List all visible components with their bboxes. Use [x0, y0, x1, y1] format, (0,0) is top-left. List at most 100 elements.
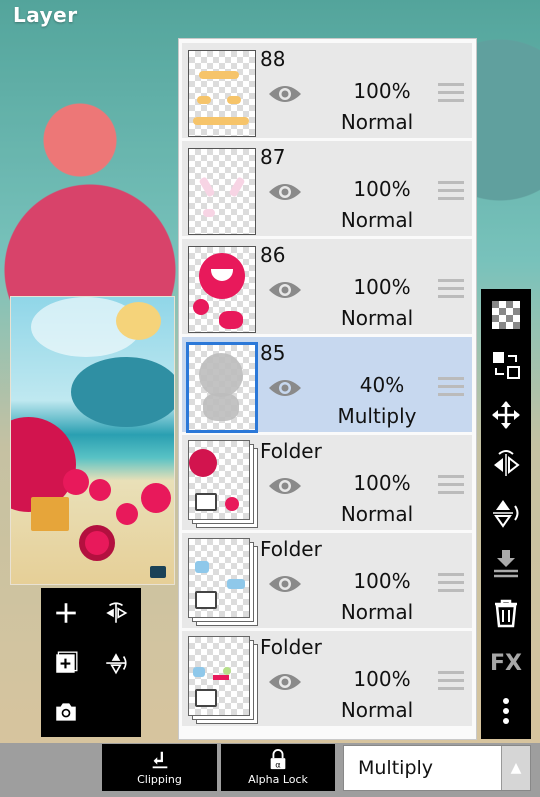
layer-blend-mode: Normal — [340, 110, 414, 134]
preview-sun-character — [116, 302, 161, 340]
add-folder-button[interactable] — [46, 643, 86, 683]
preview-rock — [71, 357, 174, 427]
transparency-checker-icon — [492, 301, 520, 329]
layer-opacity: 100% — [353, 667, 411, 691]
layer-tools-pad — [41, 588, 141, 737]
more-icon — [503, 698, 509, 724]
layer-thumbnail — [188, 246, 256, 333]
layer-thumbnail — [186, 342, 258, 433]
flip-vertical-button[interactable] — [486, 493, 526, 533]
fx-icon: FX — [490, 650, 522, 676]
layer-opacity: 100% — [353, 275, 411, 299]
layer-row-selected[interactable]: 85 40% Multiply — [182, 337, 472, 435]
flip-horizontal-button[interactable] — [486, 443, 526, 483]
folder-thumbnail — [188, 440, 258, 528]
layer-row[interactable]: 88 100% Normal — [182, 43, 472, 141]
flip-horizontal-button[interactable] — [96, 593, 136, 633]
blend-mode-select[interactable]: Multiply ▲ — [343, 745, 531, 791]
visibility-toggle[interactable] — [268, 83, 302, 105]
flip-horizontal-icon — [494, 450, 520, 476]
layer-opacity: 100% — [353, 79, 411, 103]
lock-icon: α — [270, 749, 286, 769]
more-options-button[interactable] — [486, 691, 526, 731]
folder-row[interactable]: Folder 100% Normal — [182, 631, 472, 729]
layer-opacity: 100% — [353, 569, 411, 593]
move-button[interactable] — [486, 395, 526, 435]
visibility-toggle[interactable] — [268, 475, 302, 497]
folder-thumbnail — [188, 538, 258, 626]
layer-blend-mode: Normal — [340, 306, 414, 330]
layer-name: 88 — [260, 47, 286, 71]
clipping-icon — [152, 751, 167, 769]
layer-blend-mode: Normal — [340, 698, 414, 722]
camera-button[interactable] — [46, 692, 86, 732]
dropdown-arrow-icon[interactable]: ▲ — [501, 746, 530, 790]
fx-button[interactable]: FX — [486, 643, 526, 683]
eye-icon — [269, 478, 301, 494]
layer-blend-mode: Normal — [340, 600, 414, 624]
layer-opacity: 100% — [353, 177, 411, 201]
layer-name: Folder — [260, 537, 322, 561]
preview-sandcastle — [31, 497, 69, 531]
panel-title: Layer — [13, 3, 78, 27]
merge-down-icon — [494, 550, 518, 578]
preview-red-star — [89, 479, 111, 501]
folder-icon — [195, 689, 217, 707]
layer-blend-mode: Normal — [340, 208, 414, 232]
add-layer-icon — [56, 603, 76, 623]
layer-thumbnail — [188, 148, 256, 235]
visibility-toggle[interactable] — [268, 377, 302, 399]
eye-icon — [269, 184, 301, 200]
drag-handle[interactable] — [438, 475, 464, 495]
preview-red-star — [141, 483, 171, 513]
flip-vertical-icon — [493, 500, 519, 528]
visibility-toggle[interactable] — [268, 671, 302, 693]
layer-blend-mode: Multiply — [337, 404, 417, 428]
layer-row[interactable]: 86 100% Normal — [182, 239, 472, 337]
flip-vertical-icon — [106, 653, 127, 675]
eye-icon — [269, 86, 301, 102]
layer-opacity: 100% — [353, 471, 411, 495]
folder-row[interactable]: Folder 100% Normal — [182, 435, 472, 533]
clipping-label: Clipping — [137, 773, 182, 786]
trash-icon — [495, 599, 517, 628]
layer-row[interactable]: 87 100% Normal — [182, 141, 472, 239]
visibility-toggle[interactable] — [268, 573, 302, 595]
eye-icon — [269, 674, 301, 690]
drag-handle[interactable] — [438, 83, 464, 103]
merge-down-button[interactable] — [486, 543, 526, 583]
drag-handle[interactable] — [438, 377, 464, 397]
layer-opacity: 40% — [359, 373, 405, 397]
preview-red-star — [63, 469, 89, 495]
layer-name: Folder — [260, 439, 322, 463]
eye-icon — [269, 576, 301, 592]
folder-row[interactable]: Folder 100% Normal — [182, 533, 472, 631]
canvas-preview[interactable] — [10, 296, 175, 585]
eye-icon — [269, 282, 301, 298]
blend-mode-value: Multiply — [358, 757, 434, 779]
delete-layer-button[interactable] — [486, 593, 526, 633]
layer-name: 87 — [260, 145, 286, 169]
folder-thumbnail — [188, 636, 258, 724]
alpha-lock-button[interactable]: α Alpha Lock — [221, 744, 335, 791]
add-layer-button[interactable] — [46, 593, 86, 633]
transparency-button[interactable] — [486, 295, 526, 335]
swap-layer-icon — [493, 352, 520, 379]
visibility-toggle[interactable] — [268, 279, 302, 301]
add-folder-icon — [56, 651, 78, 673]
visibility-toggle[interactable] — [268, 181, 302, 203]
flip-vertical-button[interactable] — [96, 643, 136, 683]
layer-thumbnail — [188, 50, 256, 137]
drag-handle[interactable] — [438, 279, 464, 299]
camera-icon — [56, 703, 76, 721]
clipping-button[interactable]: Clipping — [102, 744, 217, 791]
flip-horizontal-icon — [106, 602, 128, 623]
layer-list[interactable]: 88 100% Normal 87 100% Normal 86 100% No… — [178, 38, 477, 740]
eye-icon — [269, 380, 301, 396]
drag-handle[interactable] — [438, 573, 464, 593]
swap-layer-button[interactable] — [486, 345, 526, 385]
layer-name: Folder — [260, 635, 322, 659]
drag-handle[interactable] — [438, 671, 464, 691]
folder-icon — [195, 493, 217, 511]
drag-handle[interactable] — [438, 181, 464, 201]
